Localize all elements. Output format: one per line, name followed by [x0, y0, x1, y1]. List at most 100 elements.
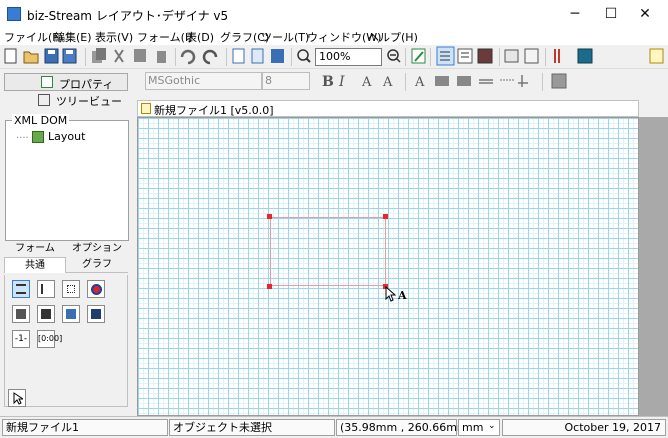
save-all-icon [62, 48, 77, 64]
app-icon [7, 7, 21, 21]
align-top-icon [435, 76, 449, 86]
redo-icon [202, 49, 218, 65]
image-icon [16, 309, 26, 319]
status-selection: オブジェクト未選択 [169, 419, 335, 436]
tree-node-layout[interactable]: Layout [48, 130, 85, 143]
palette-tabs: フォーム オプション 共通 グラフ [4, 241, 128, 274]
layout-node-icon [32, 131, 44, 143]
close-button[interactable]: ✕ [622, 0, 668, 28]
tab-option[interactable]: オプション [66, 241, 128, 257]
shape-icon [66, 309, 76, 319]
page-setup-icon [251, 48, 264, 64]
font-shrink-icon: A [382, 75, 393, 90]
bold-icon: B [322, 74, 334, 90]
tab-common[interactable]: 共通 [4, 257, 66, 273]
search-data-icon [524, 48, 539, 64]
tab-form[interactable]: フォーム [4, 241, 66, 257]
pie-chart-icon [91, 284, 102, 295]
zoom-out-icon [387, 49, 401, 63]
image-tool[interactable] [12, 305, 30, 323]
text-field-icon [16, 284, 26, 294]
chart-tool[interactable] [87, 280, 105, 298]
chevron-down-icon: ⌄ [488, 421, 496, 431]
barcode-tool[interactable] [62, 280, 80, 298]
svg-text:B: B [322, 74, 334, 90]
italic-icon: I [338, 74, 345, 90]
tool-icon [554, 49, 560, 63]
vertical-scrollbar[interactable] [639, 117, 668, 416]
multiline-icon [41, 284, 51, 294]
copy-icon [92, 48, 106, 63]
new-file-icon [4, 48, 17, 64]
delete-icon [157, 51, 166, 63]
design-canvas[interactable] [137, 117, 639, 416]
table-icon [41, 309, 51, 319]
xml-dom-label: XML DOM [12, 114, 70, 127]
time-tool[interactable]: [0:00] [37, 330, 62, 348]
note-icon [649, 48, 664, 64]
document-icon [141, 103, 151, 114]
treeview-label: ツリービュー [56, 95, 122, 108]
text-format-icon: A [414, 75, 425, 90]
menu-edit[interactable]: 編集(E) [54, 29, 92, 45]
treeview-button[interactable]: ツリービュー [4, 91, 128, 109]
edit-icon [411, 48, 426, 64]
select-cursor-tool[interactable] [8, 389, 26, 407]
frame-icon [91, 309, 101, 319]
list-view-icon [457, 48, 473, 64]
svg-text:A: A [382, 75, 393, 90]
color-icon [551, 73, 567, 89]
treeview-icon [38, 94, 50, 106]
status-file: 新規ファイル1 [2, 419, 168, 436]
grid-view-icon [436, 46, 455, 66]
svg-text:I: I [338, 74, 345, 90]
text-field-tool[interactable] [12, 280, 30, 298]
tree-connector: ···· [16, 133, 29, 144]
menu-help[interactable]: ヘルプ(H) [368, 29, 418, 45]
monitor-icon [577, 48, 593, 64]
font-grow-icon: A [361, 75, 372, 90]
menu-view[interactable]: 表示(V) [95, 29, 133, 45]
line-icon [479, 79, 493, 84]
table-tool[interactable] [37, 305, 55, 323]
align-middle-icon [457, 76, 471, 86]
menu-form[interactable]: フォーム(I) [137, 29, 193, 45]
svg-text:A: A [361, 75, 372, 90]
form-view-icon [477, 48, 493, 64]
properties-label: プロパティ [59, 78, 114, 91]
shape-tool[interactable] [62, 305, 80, 323]
zoom-select[interactable]: 100% [315, 48, 382, 66]
open-folder-icon [23, 51, 39, 64]
barcode-icon [67, 285, 75, 293]
cursor-text-label: A [398, 289, 407, 302]
preview-icon [504, 49, 519, 63]
window-title: biz-Stream レイアウト･デザイナ v5 [27, 9, 229, 23]
page-icon [232, 48, 245, 64]
status-coords: (35.98mm , 260.66mm) [336, 419, 472, 436]
mouse-cursor-icon [385, 286, 397, 302]
layout-icon [271, 49, 284, 63]
resize-handle-top-right[interactable] [383, 214, 388, 219]
selection-rectangle[interactable] [270, 217, 386, 286]
cut-icon [114, 49, 124, 63]
border-icon [518, 75, 528, 87]
resize-handle-bottom-left[interactable] [267, 284, 272, 289]
svg-text:A: A [414, 75, 425, 90]
page-number-tool[interactable]: -1- [12, 330, 30, 348]
properties-button[interactable]: プロパティ [4, 73, 128, 91]
zoom-icon [297, 49, 311, 63]
resize-handle-top-left[interactable] [267, 214, 272, 219]
save-icon [44, 48, 59, 64]
cursor-icon [13, 392, 23, 405]
undo-icon [180, 49, 196, 65]
menu-table[interactable]: 表(D) [186, 29, 214, 45]
tab-graph[interactable]: グラフ [66, 257, 128, 273]
paste-icon [134, 49, 146, 62]
menu-tools[interactable]: ツール(T) [261, 29, 309, 45]
xml-dom-panel: XML DOM ···· Layout [5, 114, 129, 241]
document-tab[interactable]: 新規ファイル1 [v5.0.0] [137, 100, 639, 117]
multiline-text-tool[interactable] [37, 280, 55, 298]
format-toolbar-icons: B I A A A [322, 73, 567, 91]
document-title: 新規ファイル1 [v5.0.0] [154, 104, 274, 117]
frame-tool[interactable] [87, 305, 105, 323]
